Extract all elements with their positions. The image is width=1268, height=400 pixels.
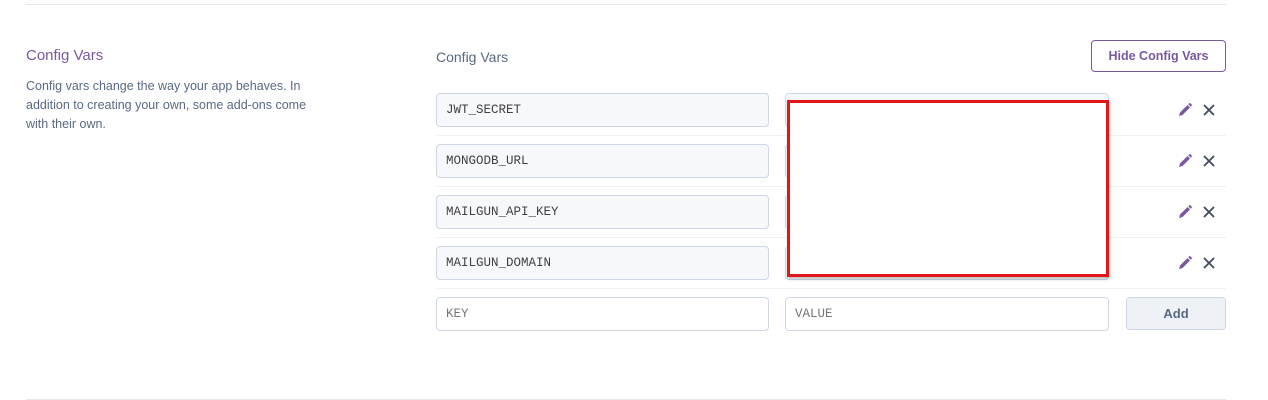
pencil-icon[interactable] [1176,101,1194,119]
top-divider [26,4,1226,5]
hide-config-vars-button[interactable]: Hide Config Vars [1091,40,1226,72]
close-icon[interactable] [1200,152,1218,170]
config-var-key-field[interactable]: JWT_SECRET [436,93,769,127]
pencil-icon[interactable] [1176,203,1194,221]
config-var-key-field[interactable]: MAILGUN_DOMAIN [436,246,769,280]
section-description: Config vars change the way your app beha… [26,79,307,131]
new-key-input[interactable] [436,297,769,331]
pencil-icon[interactable] [1176,152,1194,170]
close-icon[interactable] [1200,101,1218,119]
redaction-box [787,100,1109,277]
row-actions [1176,151,1218,171]
add-config-var-button[interactable]: Add [1126,297,1226,330]
config-vars-header: Config Vars [436,49,509,65]
new-config-var-row: Add [436,289,1226,340]
config-var-key-field[interactable]: MAILGUN_API_KEY [436,195,769,229]
section-title: Config Vars [26,47,104,64]
close-icon[interactable] [1200,254,1218,272]
config-vars-page: Config Vars Config vars change the way y… [0,0,1268,400]
row-actions [1176,202,1218,222]
close-icon[interactable] [1200,203,1218,221]
pencil-icon[interactable] [1176,254,1194,272]
row-actions [1176,100,1218,120]
new-value-input[interactable] [785,297,1109,331]
row-actions [1176,253,1218,273]
config-var-key-field[interactable]: MONGODB_URL [436,144,769,178]
